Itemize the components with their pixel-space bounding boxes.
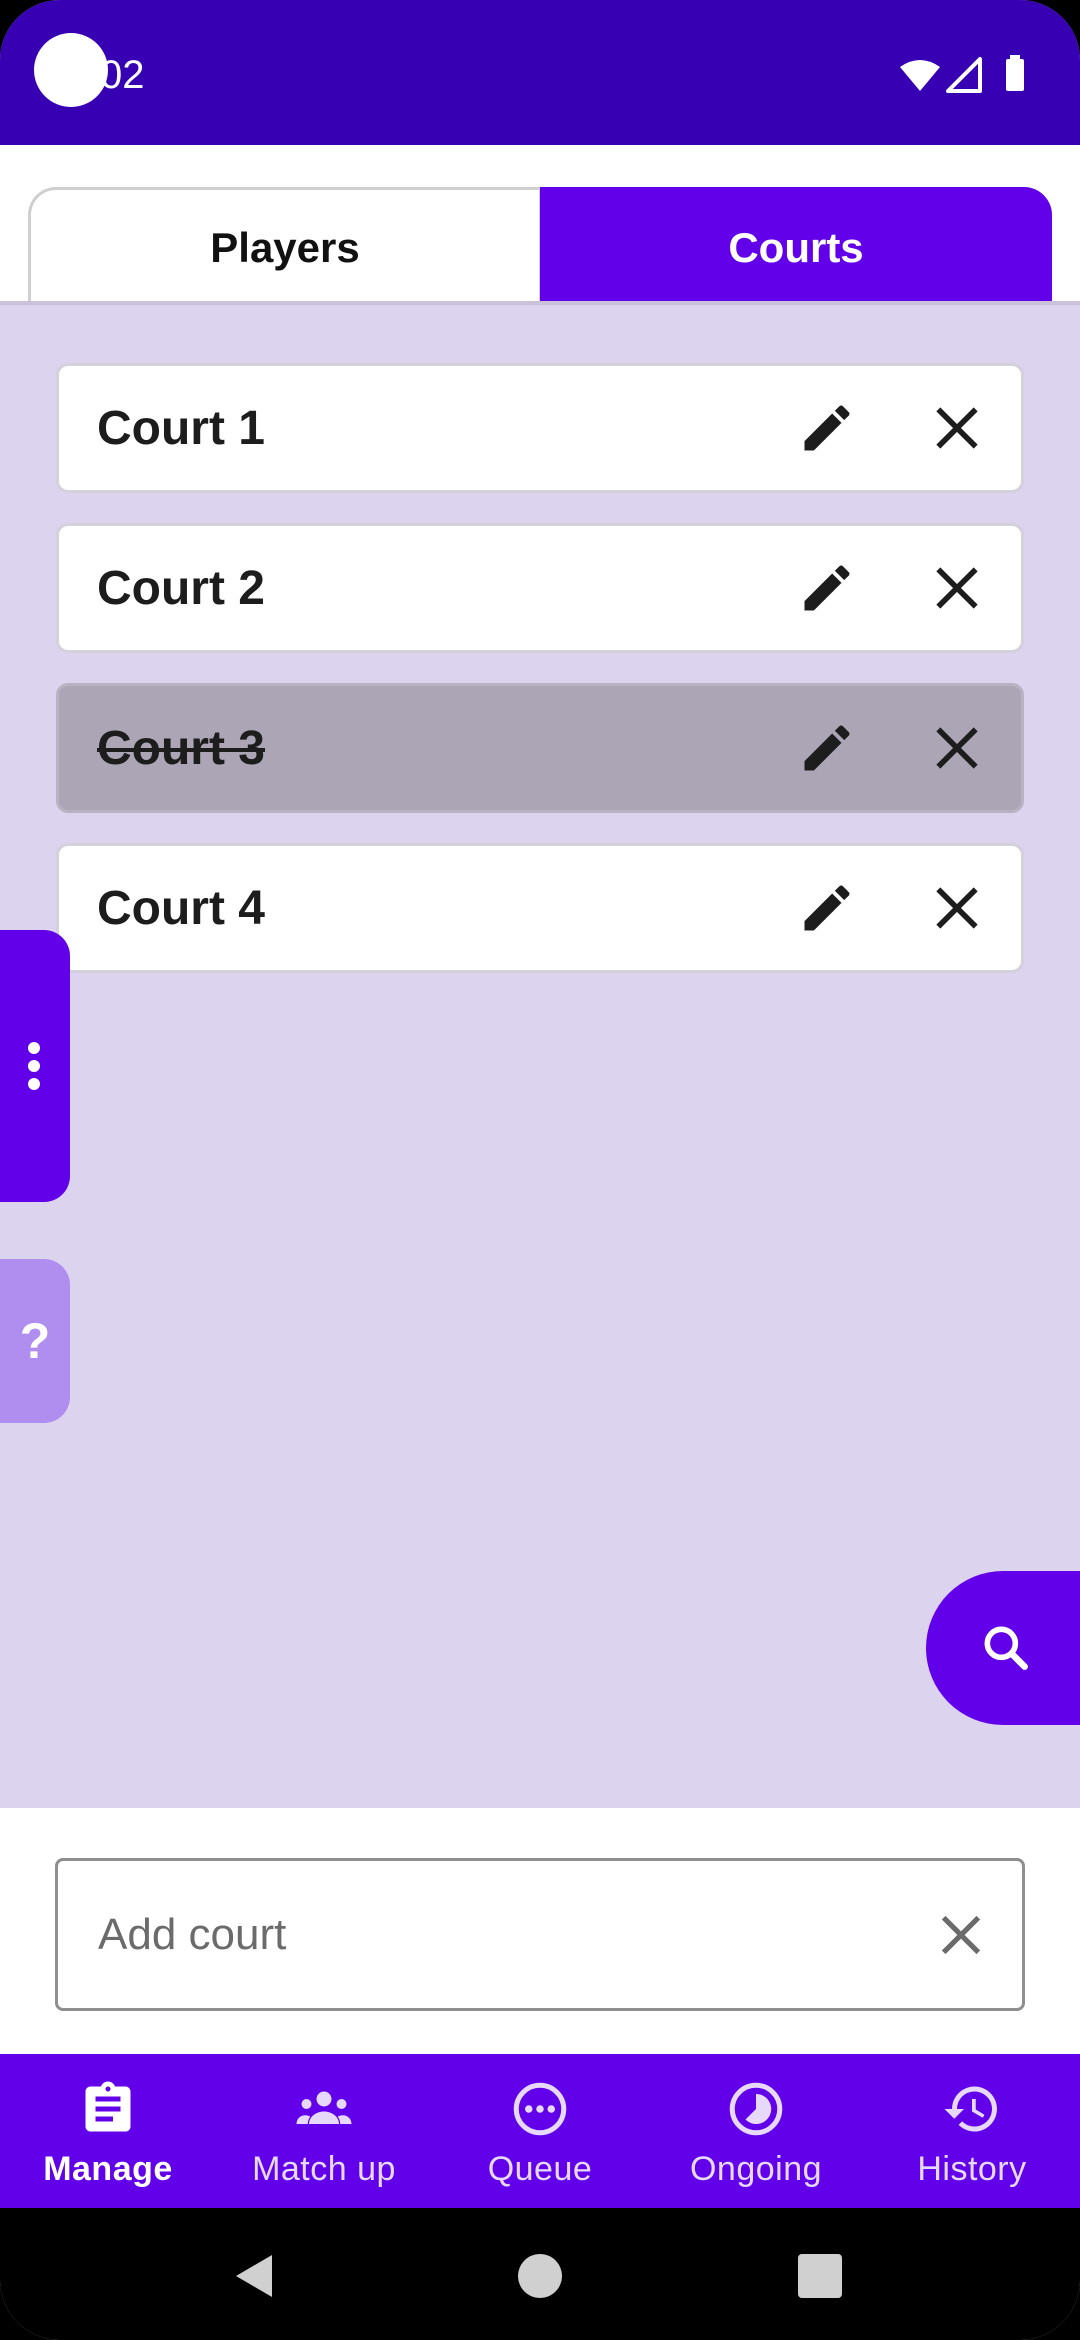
court-name: Court 2 [97,561,265,615]
tab-courts-label: Courts [728,223,864,271]
group-icon [296,2091,352,2124]
tab-courts[interactable]: Courts [540,187,1052,305]
battery-icon [1006,59,1024,91]
camera-cutout [34,33,108,107]
nav-match-up[interactable]: Match up [216,2054,432,2208]
court-card[interactable]: Court 4 [56,843,1024,973]
tab-bar: Players Courts [0,145,1080,305]
signal-icon [946,57,982,93]
edit-icon[interactable] [797,718,857,778]
nav-label: Match up [252,2150,396,2188]
tab-players[interactable]: Players [28,187,542,305]
nav-label: Ongoing [689,2150,823,2188]
close-icon[interactable] [929,560,985,616]
court-name: Court 4 [97,881,265,935]
clipboard-icon [85,2081,131,2132]
nav-label: Manage [43,2150,173,2188]
history-icon [944,2086,997,2132]
nav-manage[interactable]: Manage [0,2054,216,2208]
back-icon[interactable] [232,2253,278,2299]
add-court-panel [0,1808,1080,2054]
side-menu-tab[interactable] [0,930,70,1202]
status-bar: 02 [0,0,1080,145]
nav-history[interactable]: History [864,2054,1080,2208]
add-court-input[interactable] [98,1861,898,2008]
status-time: 02 [100,53,145,97]
tab-divider [0,301,1080,305]
close-icon[interactable] [929,400,985,456]
help-icon: ? [19,1313,51,1369]
help-tab[interactable]: ? [0,1259,70,1423]
wifi-icon [900,60,940,91]
close-icon[interactable] [929,720,985,776]
edit-icon[interactable] [797,558,857,618]
court-card[interactable]: Court 1 [56,363,1024,493]
more-circle-icon [513,2082,567,2136]
court-card-disabled[interactable]: Court 3 [56,683,1024,813]
more-vert-icon [28,1042,40,1090]
court-name: Court 3 [97,721,265,775]
tab-players-label: Players [210,223,360,271]
home-icon[interactable] [518,2254,562,2298]
close-icon[interactable] [929,880,985,936]
nav-ongoing[interactable]: Ongoing [648,2054,864,2208]
edit-icon[interactable] [797,398,857,458]
add-court-field[interactable] [55,1858,1025,2011]
edit-icon[interactable] [797,878,857,938]
bottom-navigation: Manage Match up Queue Ongoing History [0,2054,1080,2208]
search-button[interactable] [926,1571,1080,1725]
clear-icon[interactable] [935,1909,987,1961]
court-name: Court 1 [97,401,265,455]
nav-label: History [917,2150,1027,2188]
timelapse-icon [729,2082,783,2136]
recents-icon[interactable] [798,2254,842,2298]
court-card[interactable]: Court 2 [56,523,1024,653]
nav-label: Queue [487,2150,593,2188]
search-icon [984,1626,1028,1670]
status-icons [900,55,1024,93]
app-screen: 02 Players Courts Court 1 Court 2 Court … [0,0,1080,2340]
nav-queue[interactable]: Queue [432,2054,648,2208]
